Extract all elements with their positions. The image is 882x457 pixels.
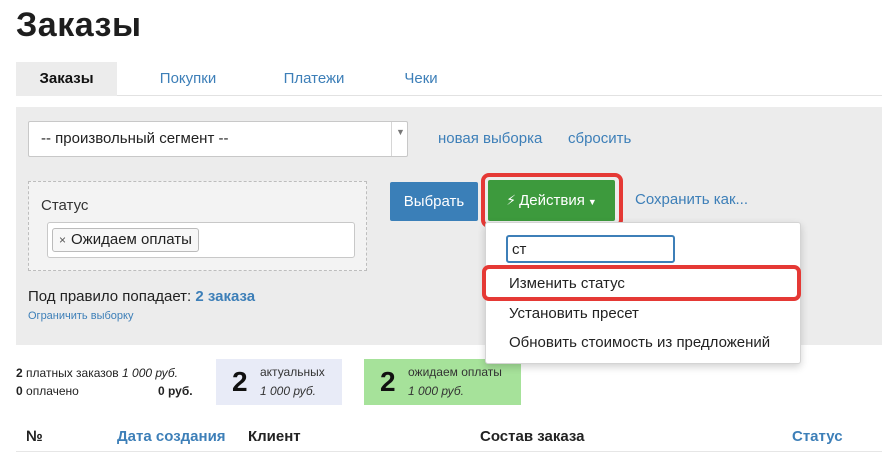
- status-tag-label: Ожидаем оплаты: [71, 231, 192, 248]
- chevron-down-icon: ▼: [396, 127, 405, 137]
- menu-item-update-cost[interactable]: Обновить стоимость из предложений: [509, 334, 770, 351]
- reset-link[interactable]: сбросить: [568, 130, 631, 147]
- actual-label: актуальных: [260, 365, 325, 379]
- paid-text: платных заказов: [26, 366, 119, 380]
- actual-count: 2: [232, 366, 248, 397]
- actions-button[interactable]: ⚡ Действия ▼: [488, 180, 615, 221]
- change-status-highlight: [482, 265, 801, 301]
- status-filter: Статус × Ожидаем оплаты: [28, 181, 367, 271]
- waiting-count: 2: [380, 366, 396, 397]
- orders-table-header: № Дата создания Клиент Состав заказа Ста…: [16, 422, 882, 452]
- waiting-label: ожидаем оплаты: [408, 365, 502, 379]
- page-title: Заказы: [16, 6, 142, 44]
- rule-match-text: Под правило попадает: 2 заказа: [28, 288, 255, 305]
- tab-payments[interactable]: Платежи: [274, 62, 354, 96]
- status-filter-label: Статус: [41, 197, 89, 214]
- new-selection-link[interactable]: новая выборка: [438, 130, 542, 147]
- column-number: №: [26, 428, 43, 445]
- segment-select-value: -- произвольный сегмент --: [41, 130, 229, 147]
- tab-orders[interactable]: Заказы: [16, 62, 117, 96]
- caret-down-icon: ▼: [587, 197, 597, 207]
- tab-purchases[interactable]: Покупки: [144, 62, 232, 96]
- paid-count: 2: [16, 366, 23, 380]
- column-created-date[interactable]: Дата создания: [117, 428, 226, 445]
- actual-orders-card[interactable]: 2 актуальных 1 000 руб.: [216, 359, 342, 405]
- column-status[interactable]: Статус: [792, 428, 843, 445]
- segment-select[interactable]: -- произвольный сегмент -- ▼: [28, 121, 408, 157]
- actions-search-input[interactable]: [506, 235, 675, 263]
- status-tag: × Ожидаем оплаты: [52, 228, 199, 252]
- lightning-icon: ⚡: [506, 192, 517, 208]
- waiting-sum: 1 000 руб.: [408, 384, 464, 398]
- waiting-payment-card[interactable]: 2 ожидаем оплаты 1 000 руб.: [364, 359, 521, 405]
- actual-sum: 1 000 руб.: [260, 384, 316, 398]
- segment-select-toggle[interactable]: ▼: [391, 122, 407, 156]
- menu-item-set-preset[interactable]: Установить пресет: [509, 305, 639, 322]
- column-client: Клиент: [248, 428, 301, 445]
- status-tag-input[interactable]: × Ожидаем оплаты: [47, 222, 355, 258]
- remove-tag-icon[interactable]: ×: [59, 233, 66, 247]
- select-button[interactable]: Выбрать: [390, 182, 478, 221]
- actions-button-label: Действия: [519, 192, 585, 209]
- column-order-contents: Состав заказа: [480, 428, 585, 445]
- paid-done-amount: 0 руб.: [158, 384, 193, 398]
- limit-selection-link[interactable]: Ограничить выборку: [28, 310, 133, 322]
- paid-done-count: 0: [16, 384, 23, 398]
- paid-done-text: оплачено: [26, 384, 79, 398]
- rule-match-prefix: Под правило попадает:: [28, 288, 192, 305]
- paid-orders-stat: 2 платных заказов 1 000 руб. 0 оплачено …: [16, 364, 193, 400]
- tab-receipts[interactable]: Чеки: [396, 62, 446, 96]
- rule-match-count[interactable]: 2 заказа: [195, 288, 255, 305]
- save-as-link[interactable]: Сохранить как...: [635, 191, 748, 208]
- paid-amount: 1 000 руб.: [122, 366, 179, 380]
- tabs: Заказы Покупки Платежи Чеки: [16, 62, 882, 96]
